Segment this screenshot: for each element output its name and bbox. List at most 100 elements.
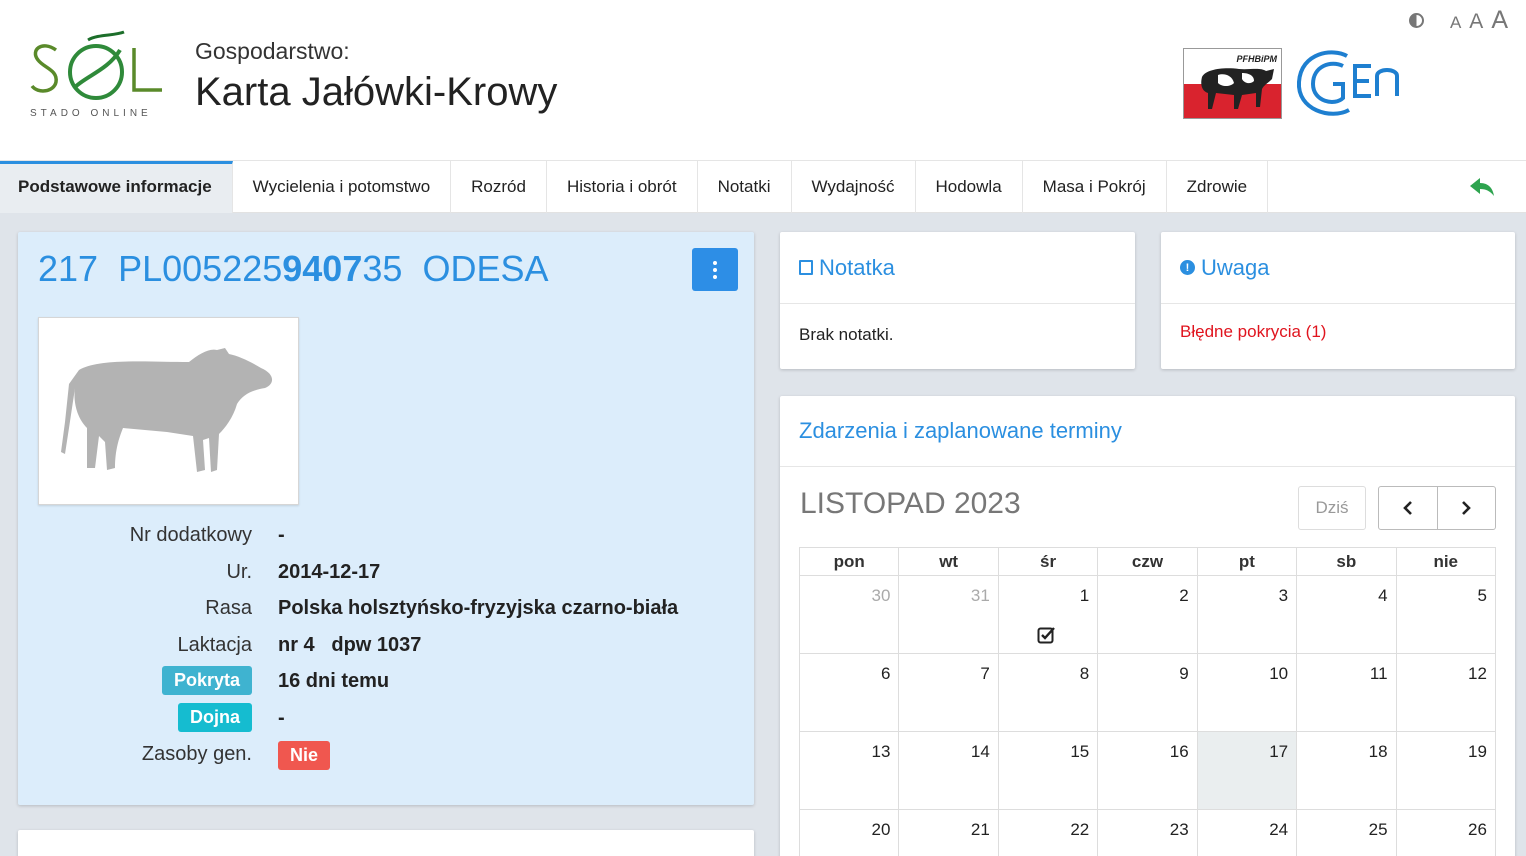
calendar-day[interactable]: 2 bbox=[1098, 576, 1198, 654]
tab-calvings[interactable]: Wycielenia i potomstwo bbox=[233, 161, 452, 213]
calendar-day[interactable]: 3 bbox=[1197, 576, 1298, 654]
font-size-medium-button[interactable]: A bbox=[1469, 10, 1483, 34]
chevron-left-icon bbox=[1402, 501, 1412, 515]
exclamation-icon: ! bbox=[1180, 260, 1195, 275]
day-number: 20 bbox=[871, 820, 891, 839]
reply-arrow-icon bbox=[1470, 178, 1494, 196]
calendar-day[interactable]: 11 bbox=[1297, 654, 1397, 732]
calendar-day[interactable]: 1 bbox=[998, 576, 1099, 654]
day-number: 7 bbox=[980, 664, 990, 683]
day-number: 23 bbox=[1169, 820, 1189, 839]
calendar-day[interactable]: 18 bbox=[1297, 732, 1397, 810]
day-number: 11 bbox=[1369, 664, 1388, 683]
info-row-birth-date: Ur. 2014-12-17 bbox=[18, 561, 754, 591]
calendar-day[interactable]: 14 bbox=[899, 732, 999, 810]
calendar-day[interactable]: 24 bbox=[1198, 810, 1298, 856]
value-milking: - bbox=[278, 707, 285, 729]
animal-menu-button[interactable] bbox=[692, 248, 738, 291]
pfhbipm-logo: PFHBiPM bbox=[1183, 48, 1282, 119]
calendar-week-row: 20 21 22 23 24 25 26 bbox=[800, 810, 1496, 856]
day-number: 8 bbox=[1079, 664, 1090, 683]
calendar-day[interactable]: 25 bbox=[1297, 810, 1397, 856]
weekday-header: nie bbox=[1396, 548, 1496, 576]
warning-link[interactable]: Błędne pokrycia (1) bbox=[1180, 322, 1326, 342]
calendar-day[interactable]: 21 bbox=[899, 810, 999, 856]
calendar-week-row: 13 14 15 16 17 18 19 bbox=[800, 732, 1496, 810]
tab-notes[interactable]: Notatki bbox=[698, 161, 792, 213]
weekday-header: czw bbox=[1098, 548, 1198, 576]
tab-history[interactable]: Historia i obrót bbox=[547, 161, 698, 213]
tab-bar: Podstawowe informacje Wycielenia i potom… bbox=[0, 160, 1526, 213]
calendar-day[interactable]: 4 bbox=[1297, 576, 1397, 654]
calendar-day[interactable]: 30 bbox=[800, 576, 900, 654]
checkbox-checked-icon[interactable] bbox=[1037, 626, 1055, 644]
tab-weight[interactable]: Masa i Pokrój bbox=[1023, 161, 1167, 213]
prev-month-button[interactable] bbox=[1379, 487, 1437, 529]
calendar-day[interactable]: 5 bbox=[1396, 576, 1496, 654]
calendar-weekday-row: pon wt śr czw pt sb nie bbox=[800, 548, 1496, 576]
calendar-day[interactable]: 6 bbox=[800, 654, 900, 732]
info-row-extra-number: Nr dodatkowy - bbox=[18, 524, 754, 554]
tab-reproduction[interactable]: Rozród bbox=[451, 161, 547, 213]
value-covered: 16 dni temu bbox=[278, 670, 390, 692]
calendar-day[interactable]: 7 bbox=[899, 654, 999, 732]
calendar-week-row: 6 7 8 9 10 11 12 bbox=[800, 654, 1496, 732]
label-extra-number: Nr dodatkowy bbox=[129, 524, 252, 546]
day-number: 22 bbox=[1070, 820, 1090, 839]
label-genetic-resources: Zasoby gen. bbox=[141, 743, 252, 765]
font-size-small-button[interactable]: A bbox=[1450, 13, 1461, 33]
calendar-day[interactable]: 13 bbox=[800, 732, 900, 810]
calendar-day[interactable]: 16 bbox=[1098, 732, 1198, 810]
value-birth-date: 2014-12-17 bbox=[278, 561, 381, 583]
tab-health[interactable]: Zdrowie bbox=[1167, 161, 1269, 213]
covered-badge: Pokryta bbox=[161, 666, 252, 695]
calendar-day[interactable]: 12 bbox=[1396, 654, 1496, 732]
tab-yield[interactable]: Wydajność bbox=[792, 161, 916, 213]
font-size-large-button[interactable]: A bbox=[1491, 6, 1508, 35]
warning-title: Uwaga bbox=[1201, 254, 1270, 280]
info-row-genetic-resources: Zasoby gen. Nie bbox=[18, 741, 754, 773]
animal-card: 217 PL005225940735 ODESA Nr dodatkowy - … bbox=[18, 232, 754, 805]
calendar-day[interactable]: 15 bbox=[998, 732, 1099, 810]
animal-photo[interactable] bbox=[38, 317, 299, 505]
tab-basic-info[interactable]: Podstawowe informacje bbox=[0, 161, 233, 213]
info-row-breed: Rasa Polska holsztyńsko-fryzyjska czarno… bbox=[18, 597, 754, 627]
day-number: 2 bbox=[1179, 586, 1189, 605]
sol-logo[interactable]: STADO ONLINE bbox=[28, 30, 168, 125]
day-number: 24 bbox=[1269, 820, 1289, 839]
today-button[interactable]: Dziś bbox=[1298, 486, 1366, 530]
tab-breeding[interactable]: Hodowla bbox=[916, 161, 1023, 213]
animal-number: 217 bbox=[38, 248, 99, 289]
farm-label: Gospodarstwo: bbox=[195, 38, 350, 64]
day-number: 17 bbox=[1269, 742, 1289, 761]
next-month-button[interactable] bbox=[1436, 487, 1496, 529]
animal-id-bold: 9407 bbox=[282, 248, 363, 289]
weekday-header: śr bbox=[998, 548, 1099, 576]
note-icon bbox=[799, 260, 813, 275]
calendar-day[interactable]: 22 bbox=[999, 810, 1099, 856]
calendar-day[interactable]: 19 bbox=[1396, 732, 1496, 810]
value-breed: Polska holsztyńsko-fryzyjska czarno-biał… bbox=[278, 597, 679, 619]
value-genetic-resources: Nie bbox=[278, 741, 331, 770]
calendar-day[interactable]: 8 bbox=[998, 654, 1099, 732]
chevron-right-icon bbox=[1462, 501, 1472, 515]
contrast-icon[interactable] bbox=[1408, 13, 1424, 28]
calendar-day[interactable]: 23 bbox=[1098, 810, 1198, 856]
back-button[interactable] bbox=[1468, 175, 1496, 199]
secondary-card bbox=[18, 830, 754, 856]
calendar-week-row: 30 31 1 2 3 4 5 bbox=[800, 576, 1496, 654]
animal-id-prefix: PL005225 bbox=[118, 248, 283, 289]
milking-badge: Dojna bbox=[177, 703, 252, 732]
calendar-day[interactable]: 10 bbox=[1197, 654, 1298, 732]
label-lactation: Laktacja bbox=[177, 634, 253, 656]
calendar-day[interactable]: 20 bbox=[800, 810, 900, 856]
label-covered: Pokryta bbox=[161, 666, 252, 699]
day-number: 9 bbox=[1179, 664, 1189, 683]
calendar-day[interactable]: 26 bbox=[1397, 810, 1496, 856]
calendar-day[interactable]: 9 bbox=[1098, 654, 1198, 732]
calendar-day-today[interactable]: 17 bbox=[1197, 732, 1298, 810]
calendar-day[interactable]: 31 bbox=[899, 576, 999, 654]
day-number: 15 bbox=[1070, 742, 1090, 761]
calendar-header: Zdarzenia i zaplanowane terminy bbox=[780, 396, 1515, 467]
info-row-lactation: Laktacja nr 4 dpw 1037 bbox=[18, 634, 754, 664]
